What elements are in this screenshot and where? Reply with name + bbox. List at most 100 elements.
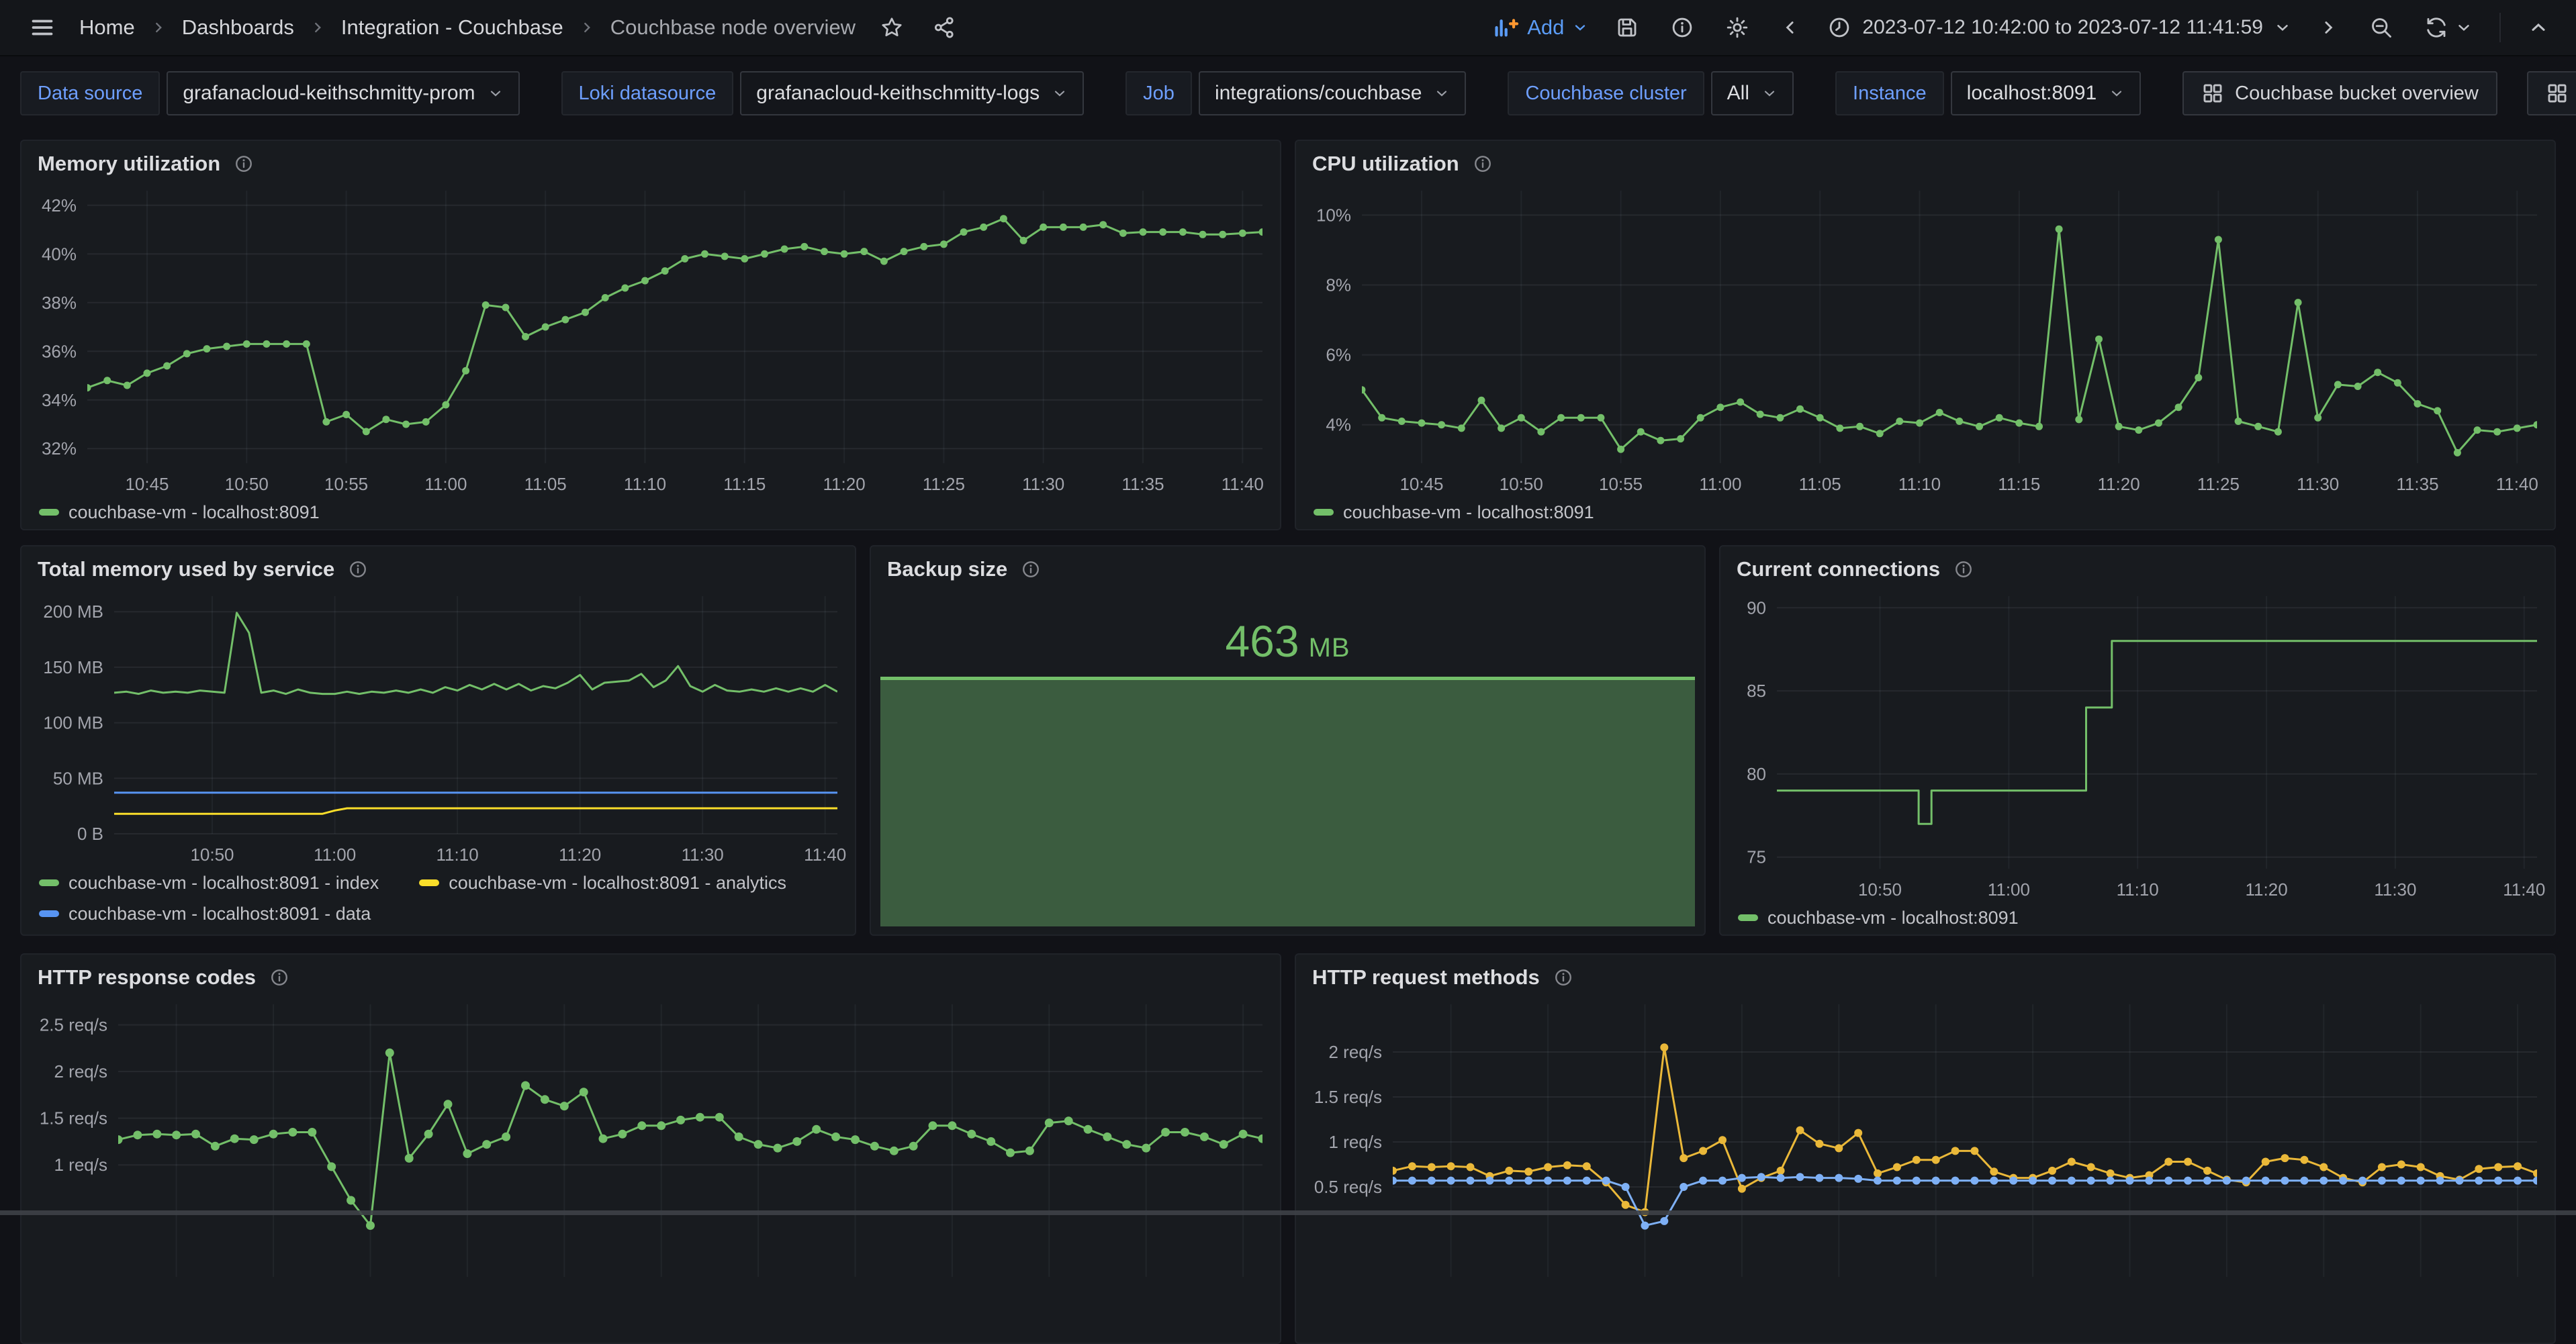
http-response-codes-chart[interactable]: 1 req/s1.5 req/s2 req/s2.5 req/s — [21, 994, 1280, 1310]
chevron-left-icon — [1780, 17, 1800, 38]
panel-title[interactable]: CPU utilization — [1312, 152, 1459, 176]
svg-text:0 B: 0 B — [77, 824, 103, 844]
chevron-right-icon — [309, 19, 326, 36]
panel-title[interactable]: Current connections — [1737, 557, 1940, 581]
svg-text:11:35: 11:35 — [1121, 474, 1164, 494]
loki-datasource-select[interactable]: grafanacloud-keithschmitty-logs — [740, 71, 1084, 115]
svg-text:11:10: 11:10 — [436, 845, 479, 865]
menu-button[interactable] — [26, 11, 59, 44]
svg-text:11:00: 11:00 — [424, 474, 467, 494]
info-circle-icon[interactable] — [1021, 559, 1041, 579]
svg-text:4%: 4% — [1326, 415, 1351, 435]
svg-text:11:15: 11:15 — [1998, 474, 2040, 494]
variable-couchbase-cluster: Couchbase cluster All — [1508, 71, 1794, 115]
http-request-methods-chart[interactable]: 0.5 req/s1 req/s1.5 req/s2 req/s — [1296, 994, 2555, 1310]
chart-legend: couchbase-vm - localhost:8091 - index cou… — [21, 867, 811, 934]
refresh-button[interactable] — [2420, 11, 2477, 44]
svg-text:10:55: 10:55 — [324, 474, 368, 494]
add-button[interactable]: Add — [1492, 15, 1588, 40]
current-connections-chart[interactable]: 10:5011:0011:1011:2011:3011:4075808590 — [1720, 585, 2555, 902]
legend-item[interactable]: couchbase-vm - localhost:8091 — [39, 497, 320, 528]
svg-text:11:10: 11:10 — [1898, 474, 1941, 494]
legend-series-label: couchbase-vm - localhost:8091 — [1767, 908, 2019, 928]
svg-text:11:25: 11:25 — [923, 474, 965, 494]
chevron-right-icon — [578, 19, 596, 36]
svg-text:10:50: 10:50 — [1858, 879, 1902, 900]
svg-text:10:45: 10:45 — [125, 474, 169, 494]
chart-legend: couchbase-vm - localhost:8091 — [21, 497, 1280, 530]
couchbase-cluster-overview-link[interactable]: Couchbase cluster overview — [2527, 71, 2576, 115]
save-icon — [1615, 15, 1639, 40]
stat-area-graph — [880, 677, 1695, 926]
svg-text:85: 85 — [1747, 681, 1766, 701]
time-range-picker[interactable]: 2023-07-12 10:42:00 to 2023-07-12 11:41:… — [1827, 15, 2291, 40]
couchbase-bucket-overview-link[interactable]: Couchbase bucket overview — [2182, 71, 2497, 115]
zoom-out-time-button[interactable] — [2365, 11, 2397, 44]
panel-title[interactable]: Backup size — [887, 557, 1007, 581]
legend-series-label: couchbase-vm - localhost:8091 — [1343, 502, 1594, 523]
memory-utilization-chart[interactable]: 10:4510:5010:5511:0011:0511:1011:1511:20… — [21, 180, 1280, 497]
variable-job: Job integrations/couchbase — [1125, 71, 1466, 115]
dashboard-insights-button[interactable] — [1666, 11, 1698, 44]
chevron-right-icon — [150, 19, 167, 36]
svg-text:1 req/s: 1 req/s — [1329, 1132, 1383, 1152]
info-circle-icon[interactable] — [1473, 154, 1493, 174]
panel-total-memory-by-service: Total memory used by service 10:5011:001… — [20, 545, 856, 936]
chevron-down-icon — [2274, 19, 2291, 36]
svg-text:11:00: 11:00 — [1699, 474, 1741, 494]
instance-select[interactable]: localhost:8091 — [1951, 71, 2141, 115]
breadcrumb-home[interactable]: Home — [79, 15, 135, 40]
data-source-select[interactable]: grafanacloud-keithschmitty-prom — [167, 71, 519, 115]
svg-text:11:40: 11:40 — [2496, 474, 2538, 494]
legend-item[interactable]: couchbase-vm - localhost:8091 - data — [39, 898, 371, 929]
share-button[interactable] — [928, 11, 960, 44]
time-shift-forward-button[interactable] — [2314, 13, 2342, 42]
svg-text:6%: 6% — [1326, 345, 1351, 365]
svg-text:11:05: 11:05 — [524, 474, 567, 494]
info-circle-icon[interactable] — [1553, 967, 1573, 988]
info-circle-icon[interactable] — [348, 559, 368, 579]
legend-item[interactable]: couchbase-vm - localhost:8091 — [1738, 902, 2019, 933]
favorite-button[interactable] — [876, 11, 908, 44]
panel-title[interactable]: Memory utilization — [38, 152, 220, 176]
save-dashboard-button[interactable] — [1611, 11, 1643, 44]
panel-title[interactable]: HTTP response codes — [38, 965, 256, 990]
info-circle-icon — [1670, 15, 1694, 40]
panel-current-connections: Current connections 10:5011:0011:1011:20… — [1719, 545, 2556, 936]
svg-text:11:20: 11:20 — [559, 845, 601, 865]
couchbase-cluster-select[interactable]: All — [1711, 71, 1794, 115]
chevron-down-icon — [488, 85, 504, 101]
bar-chart-plus-icon — [1492, 16, 1519, 39]
panel-title[interactable]: Total memory used by service — [38, 557, 334, 581]
info-circle-icon[interactable] — [269, 967, 289, 988]
breadcrumb-dashboards[interactable]: Dashboards — [182, 15, 294, 40]
cpu-utilization-chart[interactable]: 10:4510:5010:5511:0011:0511:1011:1511:20… — [1296, 180, 2555, 497]
top-navigation: Home Dashboards Integration - Couchbase … — [0, 0, 2576, 56]
horizontal-scrollbar[interactable] — [0, 1210, 2576, 1215]
legend-item[interactable]: couchbase-vm - localhost:8091 — [1314, 497, 1594, 528]
svg-text:1.5 req/s: 1.5 req/s — [40, 1108, 107, 1129]
legend-item[interactable]: couchbase-vm - localhost:8091 - index — [39, 867, 379, 898]
collapse-topbar-button[interactable] — [2524, 13, 2553, 42]
info-circle-icon[interactable] — [234, 154, 254, 174]
svg-text:11:30: 11:30 — [1022, 474, 1064, 494]
panel-title[interactable]: HTTP request methods — [1312, 965, 1540, 990]
breadcrumb-integration-couchbase[interactable]: Integration - Couchbase — [341, 15, 563, 40]
stat-unit: MB — [1309, 633, 1350, 663]
legend-item[interactable]: couchbase-vm - localhost:8091 - analytic… — [419, 867, 786, 898]
clock-icon — [1827, 15, 1851, 40]
dashboard-settings-button[interactable] — [1721, 11, 1753, 44]
time-shift-back-button[interactable] — [1776, 13, 1804, 42]
panel-backup-size: Backup size 463 MB — [870, 545, 1706, 936]
total-memory-chart[interactable]: 10:5011:0011:1011:2011:3011:400 B50 MB10… — [21, 585, 855, 867]
svg-text:11:00: 11:00 — [314, 845, 356, 865]
svg-text:11:20: 11:20 — [2098, 474, 2140, 494]
legend-series-label: couchbase-vm - localhost:8091 - analytic… — [449, 873, 786, 894]
svg-text:200 MB: 200 MB — [43, 602, 103, 622]
svg-text:10:50: 10:50 — [225, 474, 269, 494]
info-circle-icon[interactable] — [1953, 559, 1974, 579]
legend-series-label: couchbase-vm - localhost:8091 - index — [68, 873, 379, 894]
stat-number: 463 — [1225, 616, 1299, 666]
svg-text:11:30: 11:30 — [2374, 879, 2416, 900]
job-select[interactable]: integrations/couchbase — [1199, 71, 1467, 115]
